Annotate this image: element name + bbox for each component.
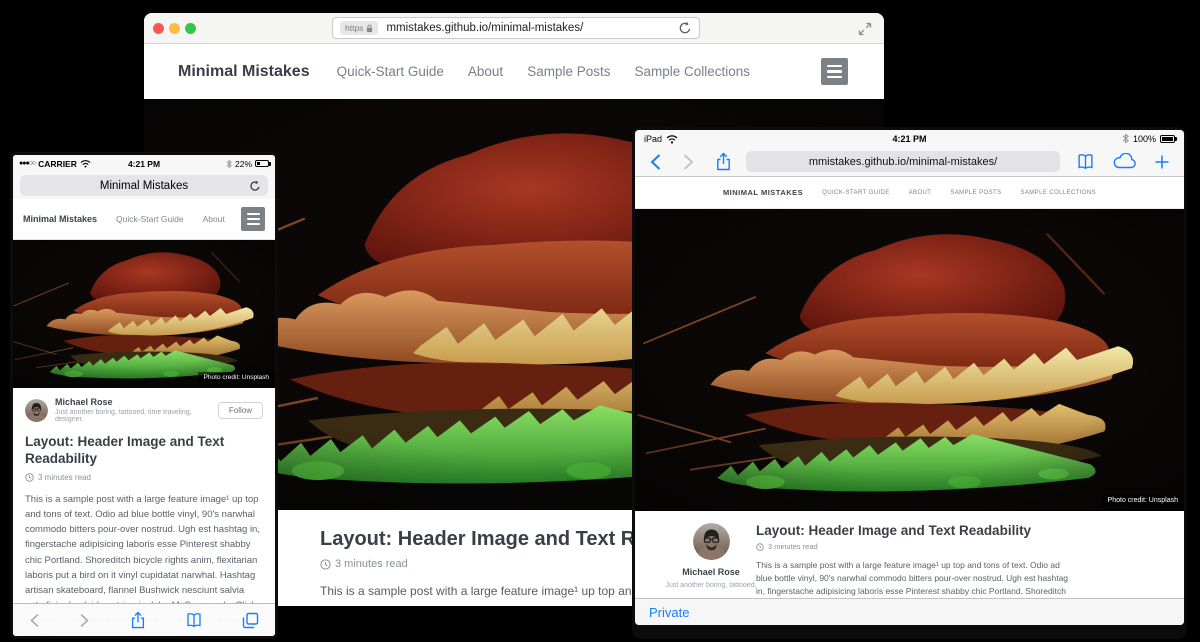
menu-toggle-icon[interactable] [821,58,848,85]
ipad-clock: 4:21 PM [635,134,1184,144]
author-name: Michael Rose [663,567,759,577]
ipad-feature-image: Photo credit: Unsplash [635,209,1184,511]
iphone-screen: ●●●○○ CARRIER 4:21 PM 22% Minimal Mistak… [13,155,275,636]
site-brand[interactable]: Minimal Mistakes [178,63,310,81]
private-button[interactable]: Private [649,605,689,620]
menu-toggle-icon[interactable] [241,207,265,231]
article-paragraph: This is a sample post with a large featu… [756,559,1070,598]
site-header: Minimal Mistakes Quick-Start Guide About… [144,44,884,99]
ipad-nav-sample-collections[interactable]: SAMPLE COLLECTIONS [1020,190,1096,196]
leaves-photo [635,209,1184,511]
iphone-device: ●●●○○ CARRIER 4:21 PM 22% Minimal Mistak… [10,152,278,639]
refresh-icon[interactable] [678,21,692,35]
ipad-article-content: Michael Rose Just another boring, tattoo… [635,511,1184,598]
back-icon[interactable] [649,153,662,171]
refresh-icon[interactable] [249,180,261,192]
leaves-photo [13,240,275,388]
iphone-article-content: Michael Rose Just another boring, tattoo… [13,388,275,636]
ipad-device: iPad 4:21 PM 100% mmistakes.github.io/mi… [632,127,1187,639]
clock-icon [756,543,764,551]
iphone-address-bar[interactable]: Minimal Mistakes [20,175,268,196]
article-title: Layout: Header Image and Text Readabilit… [25,434,263,468]
author-card: Michael Rose Just another boring, tattoo… [25,397,263,423]
tabs-icon[interactable] [242,612,259,629]
ipad-nav-sample-posts[interactable]: SAMPLE POSTS [950,190,1001,196]
nav-link-about[interactable]: About [468,64,503,79]
page-title: Minimal Mistakes [100,180,188,192]
back-icon[interactable] [29,612,40,629]
ipad-site-nav: MINIMAL MISTAKES QUICK-START GUIDE ABOUT… [635,177,1184,209]
avatar [693,523,730,560]
article-title: Layout: Header Image and Text Readabilit… [756,523,1070,538]
photo-credit: Photo credit: Unsplash [198,372,275,383]
iphone-safari-toolbar [13,603,275,636]
read-time: 3 minutes read [25,473,263,482]
site-nav: Quick-Start Guide About Sample Posts Sam… [337,64,750,79]
ipad-address-bar[interactable]: mmistakes.github.io/minimal-mistakes/ [746,151,1060,172]
iphone-nav-about[interactable]: About [203,214,225,224]
iphone-clock: 4:21 PM [13,159,275,169]
address-bar[interactable]: https mmistakes.github.io/minimal-mistak… [332,17,700,39]
read-time-label: 3 minutes read [768,542,818,551]
browser-titlebar: https mmistakes.github.io/minimal-mistak… [144,13,884,44]
battery-icon [255,160,269,167]
read-time-label: 3 minutes read [335,558,408,570]
ipad-safari-toolbar: mmistakes.github.io/minimal-mistakes/ [635,147,1184,177]
iphone-safari-urlbar: Minimal Mistakes [13,172,275,199]
private-browsing-bar: Private [635,598,1184,625]
iphone-site-nav: Minimal Mistakes Quick-Start Guide About [13,199,275,240]
forward-icon[interactable] [682,153,695,171]
ipad-nav-about[interactable]: ABOUT [909,190,932,196]
nav-link-quick-start[interactable]: Quick-Start Guide [337,64,444,79]
new-tab-icon[interactable] [1154,154,1170,170]
window-controls [153,23,196,34]
icloud-tabs-icon[interactable] [1112,153,1137,170]
device-mockup-composite: https mmistakes.github.io/minimal-mistak… [0,0,1200,642]
share-icon[interactable] [130,611,146,629]
close-window-button[interactable] [153,23,164,34]
zoom-window-button[interactable] [185,23,196,34]
author-bio: Just another boring, tattooed, time trav… [55,409,218,423]
read-time-label: 3 minutes read [38,473,91,482]
iphone-feature-image: Photo credit: Unsplash [13,240,275,388]
iphone-status-bar: ●●●○○ CARRIER 4:21 PM 22% [13,155,275,172]
clock-icon [320,559,331,570]
avatar [25,399,48,422]
https-label: https [345,23,363,33]
author-card: Michael Rose Just another boring, tattoo… [663,523,759,589]
https-badge: https [340,21,378,35]
iphone-nav-quick-start[interactable]: Quick-Start Guide [116,214,184,224]
lock-icon [366,24,373,33]
bookmarks-icon[interactable] [185,612,203,628]
fullscreen-icon[interactable] [858,22,872,36]
minimize-window-button[interactable] [169,23,180,34]
url-text: mmistakes.github.io/minimal-mistakes/ [386,22,583,34]
follow-button[interactable]: Follow [218,402,263,419]
clock-icon [25,473,34,482]
nav-link-sample-collections[interactable]: Sample Collections [634,64,750,79]
photo-credit: Photo credit: Unsplash [1102,495,1184,506]
forward-icon[interactable] [79,612,90,629]
ipad-site-brand[interactable]: MINIMAL MISTAKES [723,188,803,197]
iphone-site-brand[interactable]: Minimal Mistakes [23,214,97,224]
battery-icon [1160,135,1175,143]
nav-link-sample-posts[interactable]: Sample Posts [527,64,610,79]
ipad-status-bar: iPad 4:21 PM 100% [635,130,1184,147]
ipad-screen: iPad 4:21 PM 100% mmistakes.github.io/mi… [635,130,1184,625]
bookmarks-icon[interactable] [1076,153,1095,170]
ipad-nav-quick-start[interactable]: QUICK-START GUIDE [822,190,889,196]
read-time: 3 minutes read [756,542,1070,551]
author-bio: Just another boring, tattooed, [663,582,759,589]
share-icon[interactable] [715,152,732,171]
author-name: Michael Rose [55,397,218,407]
